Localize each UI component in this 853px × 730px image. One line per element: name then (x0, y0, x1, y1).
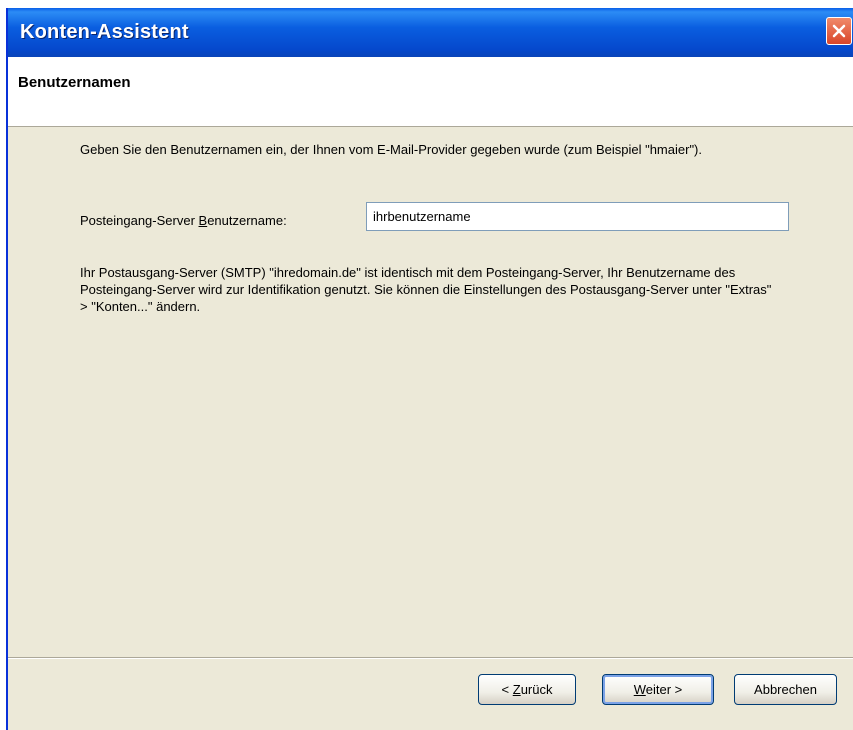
page-title: Benutzernamen (18, 74, 131, 91)
username-label: Posteingang-Server Benutzername: (80, 213, 287, 228)
back-button-suffix: urück (520, 682, 553, 697)
smtp-info-text: Ihr Postausgang-Server (SMTP) "ihredomai… (80, 265, 772, 314)
account-wizard-window: Konten-Assistent Benutzernamen Geben Sie… (6, 8, 853, 730)
username-label-suffix: enutzername: (207, 213, 287, 228)
next-button-suffix: eiter > (645, 682, 683, 697)
back-button[interactable]: < Zurück (478, 674, 576, 705)
username-label-access-key: B (198, 213, 208, 228)
close-icon (832, 24, 846, 38)
username-label-prefix: Posteingang-Server (80, 213, 199, 228)
button-separator (8, 657, 853, 659)
next-button-access-key: W (633, 682, 646, 697)
intro-text: Geben Sie den Benutzernamen ein, der Ihn… (80, 142, 702, 157)
wizard-content: Geben Sie den Benutzernamen ein, der Ihn… (8, 127, 853, 657)
back-button-prefix: < (501, 682, 513, 697)
title-bar[interactable]: Konten-Assistent (8, 8, 853, 57)
next-button[interactable]: Weiter > (602, 674, 714, 705)
username-input[interactable] (366, 202, 789, 231)
window-title: Konten-Assistent (20, 21, 189, 43)
cancel-button[interactable]: Abbrechen (734, 674, 837, 705)
back-button-access-key: Z (512, 682, 521, 697)
wizard-page-header: Benutzernamen (8, 57, 853, 127)
close-button[interactable] (826, 17, 852, 45)
